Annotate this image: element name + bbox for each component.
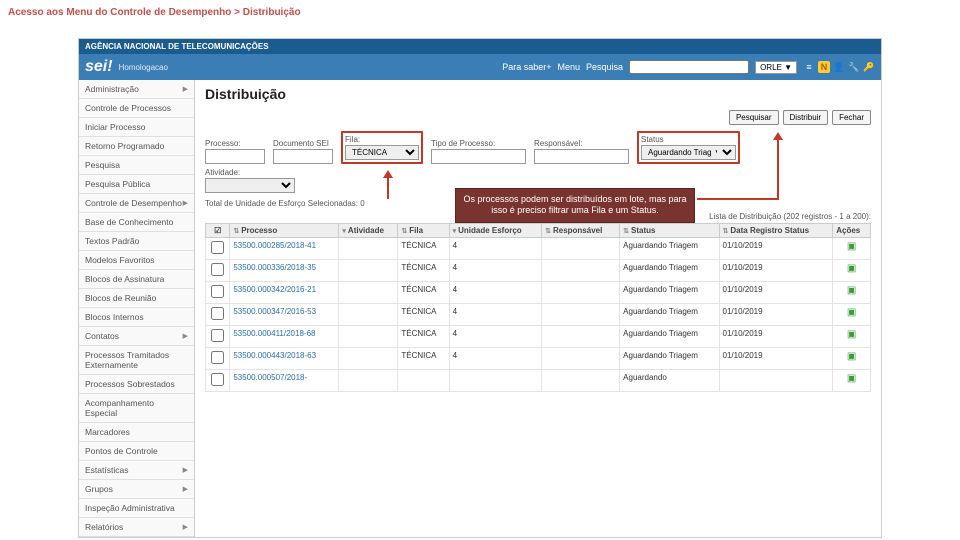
processo-link[interactable]: 53500.000336/2018-35 (233, 263, 316, 272)
processo-link[interactable]: 53500.000411/2018-68 (233, 329, 315, 338)
col-atividade[interactable]: ▾Atividade (339, 224, 398, 238)
atividade-select[interactable] (205, 178, 295, 193)
page-title: Distribuição (205, 86, 871, 102)
sidebar-item[interactable]: Relatórios▶ (79, 518, 194, 537)
col-fila[interactable]: ⇅Fila (398, 224, 449, 238)
processo-link[interactable]: 53500.000443/2018-63 (233, 351, 316, 360)
responsavel-label: Responsável: (534, 139, 629, 148)
search-input[interactable] (629, 60, 749, 74)
sidebar-item[interactable]: Marcadores (79, 423, 194, 442)
para-saber-link[interactable]: Para saber+ (502, 62, 551, 72)
fila-select[interactable]: TÉCNICA (345, 145, 419, 160)
col-responsavel[interactable]: ⇅Responsável (542, 224, 620, 238)
action-icon[interactable]: ▣ (847, 351, 856, 362)
app-frame: AGÊNCIA NACIONAL DE TELECOMUNICAÇÕES sei… (78, 38, 882, 538)
distribuir-button[interactable]: Distribuir (783, 110, 829, 125)
action-icon[interactable]: ▣ (847, 373, 856, 384)
tipo-label: Tipo de Processo: (431, 139, 526, 148)
logo: sei! (85, 58, 113, 76)
sidebar-item[interactable]: Contatos▶ (79, 327, 194, 346)
status-label: Status (641, 135, 736, 144)
atividade-label: Atividade: (205, 168, 295, 177)
slide-title: Acesso aos Menu do Controle de Desempenh… (0, 0, 960, 18)
processo-link[interactable]: 53500.000347/2016-53 (233, 307, 316, 316)
sidebar-item[interactable]: Pesquisa (79, 156, 194, 175)
responsavel-input[interactable] (534, 149, 629, 164)
unit-select[interactable]: ORLE ▼ (755, 61, 797, 74)
table-row: 53500.000443/2018-63TÉCNICA4Aguardando T… (206, 348, 871, 370)
exit-icon[interactable]: 🔑 (863, 61, 875, 73)
row-checkbox[interactable] (211, 351, 224, 364)
menu-icon[interactable]: ≡ (803, 61, 815, 73)
sidebar-item[interactable]: Textos Padrão (79, 232, 194, 251)
col-data[interactable]: ⇅Data Registro Status (719, 224, 833, 238)
tipo-input[interactable] (431, 149, 526, 164)
sidebar-item[interactable]: Modelos Favoritos (79, 251, 194, 270)
sidebar: Administração▶Controle de ProcessosInici… (79, 80, 195, 537)
documento-label: Documento SEI (273, 139, 333, 148)
row-checkbox[interactable] (211, 307, 224, 320)
agency-bar: AGÊNCIA NACIONAL DE TELECOMUNICAÇÕES (79, 39, 881, 54)
sidebar-item[interactable]: Controle de Processos (79, 99, 194, 118)
action-icon[interactable]: ▣ (847, 285, 856, 296)
action-icon[interactable]: ▣ (847, 241, 856, 252)
callout-tip: Os processos podem ser distribuídos em l… (455, 188, 695, 223)
col-check[interactable]: ☑ (206, 224, 230, 238)
row-checkbox[interactable] (211, 263, 224, 276)
sidebar-item[interactable]: Processos Tramitados Externamente (79, 346, 194, 375)
sidebar-item[interactable]: Pontos de Controle (79, 442, 194, 461)
table-row: 53500.000336/2018-35TÉCNICA4Aguardando T… (206, 260, 871, 282)
action-icon[interactable]: ▣ (847, 307, 856, 318)
row-checkbox[interactable] (211, 373, 224, 386)
col-processo[interactable]: ⇅Processo (230, 224, 339, 238)
col-esforco[interactable]: ▾Unidade Esforço (449, 224, 542, 238)
notification-icon[interactable]: N (818, 61, 830, 73)
processo-label: Processo: (205, 139, 265, 148)
processo-link[interactable]: 53500.000285/2018-41 (233, 241, 316, 250)
table-row: 53500.000411/2018-68TÉCNICA4Aguardando T… (206, 326, 871, 348)
sidebar-item[interactable]: Administração▶ (79, 80, 194, 99)
sidebar-item[interactable]: Blocos Internos (79, 308, 194, 327)
table-row: 53500.000342/2016-21TÉCNICA4Aguardando T… (206, 282, 871, 304)
environment-label: Homologacao (119, 63, 168, 72)
fechar-button[interactable]: Fechar (832, 110, 871, 125)
config-icon[interactable]: 🔧 (848, 61, 860, 73)
action-icon[interactable]: ▣ (847, 329, 856, 340)
row-checkbox[interactable] (211, 285, 224, 298)
action-icon[interactable]: ▣ (847, 263, 856, 274)
processo-link[interactable]: 53500.000507/2018- (233, 373, 307, 382)
row-checkbox[interactable] (211, 241, 224, 254)
sidebar-item[interactable]: Acompanhamento Especial (79, 394, 194, 423)
col-acoes: Ações (833, 224, 871, 238)
sidebar-item[interactable]: Retorno Programado (79, 137, 194, 156)
documento-input[interactable] (273, 149, 333, 164)
sidebar-item[interactable]: Iniciar Processo (79, 118, 194, 137)
processo-input[interactable] (205, 149, 265, 164)
sidebar-item[interactable]: Estatísticas▶ (79, 461, 194, 480)
user-icon[interactable]: 👤 (833, 61, 845, 73)
pesquisar-button[interactable]: Pesquisar (729, 110, 779, 125)
header-bar: sei! Homologacao Para saber+ Menu Pesqui… (79, 54, 881, 80)
content: Distribuição Pesquisar Distribuir Fechar… (195, 80, 881, 537)
menu-link[interactable]: Menu (558, 62, 581, 72)
table-row: 53500.000285/2018-41TÉCNICA4Aguardando T… (206, 238, 871, 260)
sidebar-item[interactable]: Blocos de Assinatura (79, 270, 194, 289)
status-select[interactable]: Aguardando Triag ▼ (641, 145, 736, 160)
sidebar-item[interactable]: Grupos▶ (79, 480, 194, 499)
sidebar-item[interactable]: Inspeção Administrativa (79, 499, 194, 518)
processo-link[interactable]: 53500.000342/2016-21 (233, 285, 316, 294)
sidebar-item[interactable]: Blocos de Reunião (79, 289, 194, 308)
col-status[interactable]: ⇅Status (620, 224, 719, 238)
pesquisa-label: Pesquisa (586, 62, 623, 72)
table-row: 53500.000347/2016-53TÉCNICA4Aguardando T… (206, 304, 871, 326)
fila-label: Fila: (345, 135, 419, 144)
sidebar-item[interactable]: Processos Sobrestados (79, 375, 194, 394)
row-checkbox[interactable] (211, 329, 224, 342)
distribution-table: ☑ ⇅Processo ▾Atividade ⇅Fila ▾Unidade Es… (205, 223, 871, 392)
sidebar-item[interactable]: Pesquisa Pública (79, 175, 194, 194)
sidebar-item[interactable]: Base de Conhecimento (79, 213, 194, 232)
table-row: 53500.000507/2018-Aguardando▣ (206, 370, 871, 392)
sidebar-item[interactable]: Controle de Desempenho▶ (79, 194, 194, 213)
